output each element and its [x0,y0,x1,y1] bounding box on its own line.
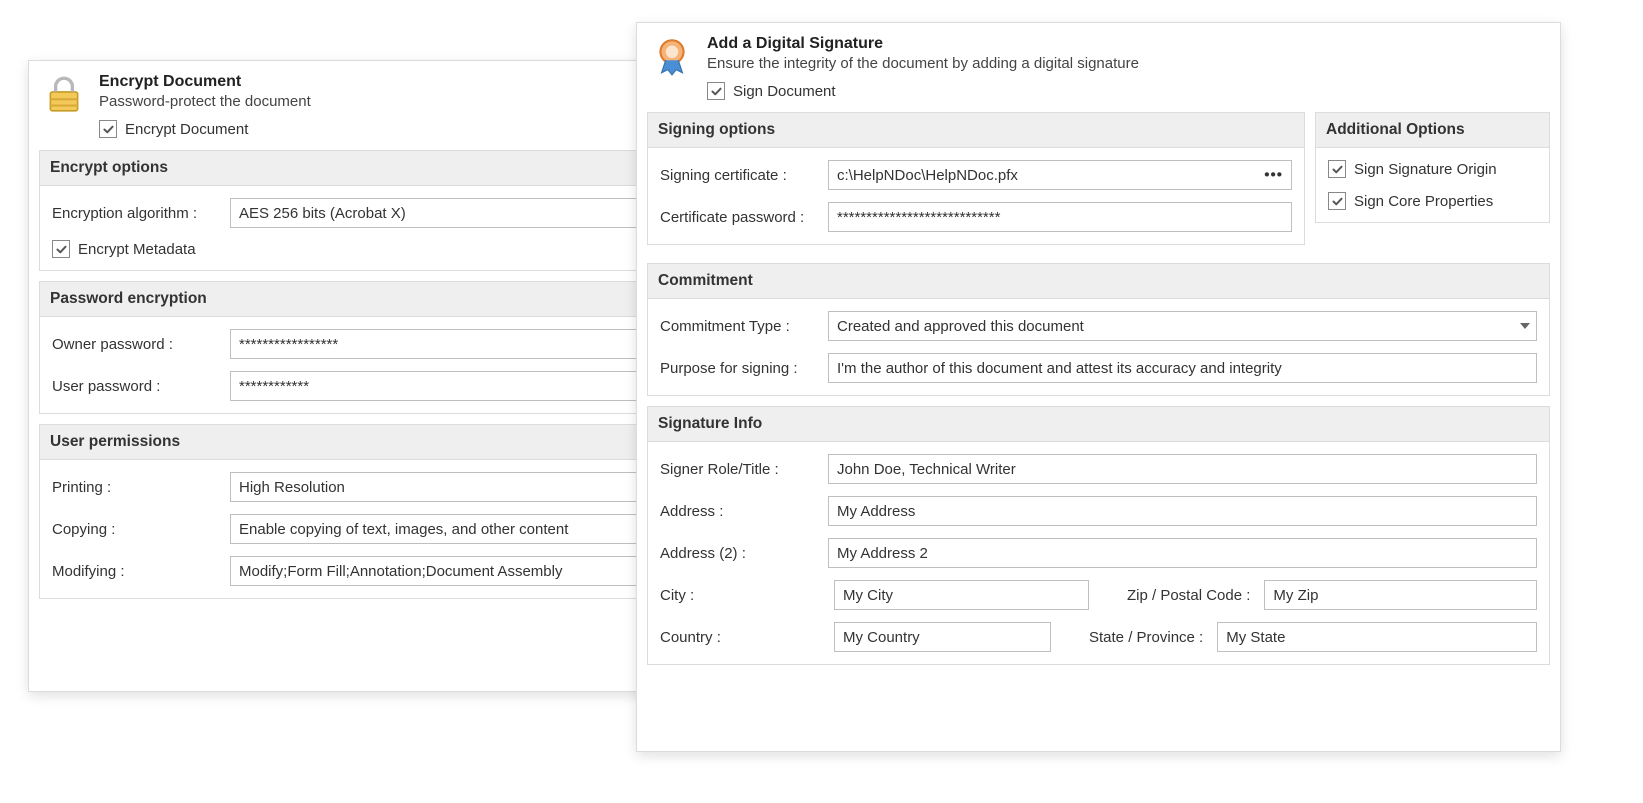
commitment-type-dropdown[interactable]: Created and approved this document [828,311,1537,341]
address2-label: Address (2) : [660,545,820,562]
state-label: State / Province : [1065,629,1203,646]
encryption-algorithm-label: Encryption algorithm : [52,205,222,222]
modifying-value: Modify;Form Fill;Annotation;Document Ass… [239,563,562,580]
address2-field[interactable] [828,538,1537,568]
state-field[interactable] [1217,622,1537,652]
signer-role-field[interactable] [828,454,1537,484]
country-field[interactable] [834,622,1051,652]
checkbox-icon [1328,192,1346,210]
ellipsis-icon: ••• [1264,167,1283,184]
checkbox-icon [52,240,70,258]
copying-value: Enable copying of text, images, and othe… [239,521,568,538]
modifying-label: Modifying : [52,563,222,580]
commitment-section: Commitment Commitment Type : Created and… [647,263,1550,396]
country-label: Country : [660,629,820,646]
city-field[interactable] [834,580,1089,610]
printing-value: High Resolution [239,479,345,496]
lock-icon [43,73,85,119]
signer-role-label: Signer Role/Title : [660,461,820,478]
address-label: Address : [660,503,820,520]
sign-signature-origin-checkbox[interactable]: Sign Signature Origin [1328,160,1537,178]
certificate-password-label: Certificate password : [660,209,820,226]
signing-certificate-value: c:\HelpNDoc\HelpNDoc.pfx [837,167,1018,184]
sign-signature-origin-label: Sign Signature Origin [1354,161,1497,178]
signature-panel-header: Add a Digital Signature Ensure the integ… [637,23,1560,104]
checkbox-icon [99,120,117,138]
signing-options-section: Signing options Signing certificate : c:… [647,112,1305,245]
additional-options-heading: Additional Options [1316,113,1549,148]
purpose-for-signing-field[interactable] [828,353,1537,383]
certificate-password-field[interactable] [828,202,1292,232]
encryption-algorithm-value: AES 256 bits (Acrobat X) [239,205,406,222]
additional-options-section: Additional Options Sign Signature Origin… [1315,112,1550,223]
address-field[interactable] [828,496,1537,526]
purpose-for-signing-label: Purpose for signing : [660,360,820,377]
city-label: City : [660,587,820,604]
signing-options-heading: Signing options [648,113,1304,148]
commitment-type-label: Commitment Type : [660,318,820,335]
chevron-down-icon [1520,323,1530,329]
encrypt-metadata-label: Encrypt Metadata [78,241,196,258]
zip-label: Zip / Postal Code : [1103,587,1250,604]
commitment-heading: Commitment [648,264,1549,299]
sign-document-checkbox[interactable]: Sign Document [707,82,1546,100]
encrypt-document-checkbox-label: Encrypt Document [125,121,248,138]
checkbox-icon [1328,160,1346,178]
copying-label: Copying : [52,521,222,538]
signature-info-section: Signature Info Signer Role/Title : Addre… [647,406,1550,665]
owner-password-label: Owner password : [52,336,222,353]
sign-core-properties-checkbox[interactable]: Sign Core Properties [1328,192,1537,210]
commitment-type-value: Created and approved this document [837,318,1084,335]
checkbox-icon [707,82,725,100]
signature-info-heading: Signature Info [648,407,1549,442]
user-password-label: User password : [52,378,222,395]
printing-label: Printing : [52,479,222,496]
sign-core-properties-label: Sign Core Properties [1354,193,1493,210]
signature-title: Add a Digital Signature [707,35,1546,53]
zip-field[interactable] [1264,580,1537,610]
digital-signature-panel: Add a Digital Signature Ensure the integ… [636,22,1561,752]
signing-certificate-label: Signing certificate : [660,167,820,184]
signature-subtitle: Ensure the integrity of the document by … [707,55,1546,72]
signing-certificate-field[interactable]: c:\HelpNDoc\HelpNDoc.pfx ••• [828,160,1292,190]
badge-icon [651,35,693,81]
sign-document-checkbox-label: Sign Document [733,83,836,100]
